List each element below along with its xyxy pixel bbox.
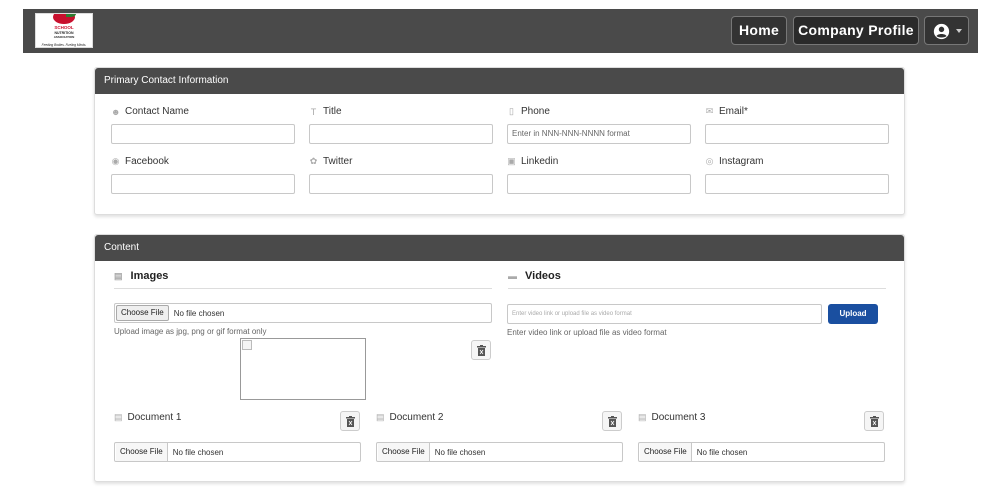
image-format-hint: Upload image as jpg, png or gif format o… xyxy=(114,327,267,336)
document-2-label: ▤ Document 2 xyxy=(376,412,443,423)
user-menu-button[interactable] xyxy=(924,16,969,45)
document-3-file-status: No file chosen xyxy=(696,447,748,457)
linkedin-label: ▣ Linkedin xyxy=(507,156,558,167)
image-icon: ▤ xyxy=(114,270,123,281)
images-section-title: ▤ Images xyxy=(114,270,168,282)
user-icon: ☻ xyxy=(111,106,121,117)
document-3-file-input[interactable]: Choose File No file chosen xyxy=(638,442,885,462)
videos-divider xyxy=(508,288,886,289)
video-link-input[interactable]: Enter video link or upload file as video… xyxy=(507,304,822,324)
document-2-file-status: No file chosen xyxy=(434,447,486,457)
instagram-label: ◎ Instagram xyxy=(705,156,764,167)
trash-icon xyxy=(608,416,617,427)
delete-image-button[interactable] xyxy=(471,340,491,360)
contact-name-label-text: Contact Name xyxy=(125,106,189,117)
title-label-text: Title xyxy=(323,106,342,117)
document-icon: ▤ xyxy=(114,412,123,422)
content-card: Content ▤ Images Choose File No file cho… xyxy=(94,234,905,482)
document-3-label-text: Document 3 xyxy=(651,412,706,423)
image-file-status: No file chosen xyxy=(173,308,225,318)
image-file-input[interactable]: Choose File No file chosen xyxy=(114,303,492,323)
user-circle-icon xyxy=(933,23,950,40)
phone-input[interactable]: Enter in NNN-NNN-NNNN format xyxy=(507,124,691,144)
delete-document-3-button[interactable] xyxy=(864,411,884,431)
twitter-input[interactable] xyxy=(309,174,493,194)
trash-icon xyxy=(346,416,355,427)
images-divider xyxy=(114,288,492,289)
email-label-text: Email* xyxy=(719,106,748,117)
document-3-choose-file-button[interactable]: Choose File xyxy=(640,443,692,461)
linkedin-input[interactable] xyxy=(507,174,691,194)
document-2-file-input[interactable]: Choose File No file chosen xyxy=(376,442,623,462)
image-preview xyxy=(240,338,366,400)
document-1-file-input[interactable]: Choose File No file chosen xyxy=(114,442,361,462)
email-icon: ✉ xyxy=(705,106,714,116)
document-1-label: ▤ Document 1 xyxy=(114,412,181,423)
title-label: T Title xyxy=(309,106,342,117)
upload-video-button[interactable]: Upload xyxy=(828,304,878,324)
logo-association-text: ASSOCIATION xyxy=(53,35,75,39)
title-input[interactable] xyxy=(309,124,493,144)
document-1-choose-file-button[interactable]: Choose File xyxy=(116,443,168,461)
document-icon: ▤ xyxy=(638,412,647,422)
company-profile-button[interactable]: Company Profile xyxy=(793,16,919,45)
contact-name-label: ☻ Contact Name xyxy=(111,106,189,117)
document-2-label-text: Document 2 xyxy=(389,412,444,423)
video-icon: ▬ xyxy=(508,271,517,281)
linkedin-icon: ▣ xyxy=(507,156,516,166)
school-nutrition-logo[interactable]: SCHOOL NUTRITION ASSOCIATION Feeding Bod… xyxy=(35,13,93,48)
videos-title-text: Videos xyxy=(525,270,561,282)
delete-document-2-button[interactable] xyxy=(602,411,622,431)
twitter-label-text: Twitter xyxy=(323,156,353,167)
chevron-down-icon xyxy=(956,29,962,33)
facebook-input[interactable] xyxy=(111,174,295,194)
twitter-icon: ✿ xyxy=(309,156,318,166)
phone-label-text: Phone xyxy=(521,106,550,117)
document-1-file-status: No file chosen xyxy=(172,447,224,457)
home-button[interactable]: Home xyxy=(731,16,787,45)
facebook-label-text: Facebook xyxy=(125,156,169,167)
phone-icon: ▯ xyxy=(509,106,514,116)
images-title-text: Images xyxy=(130,270,169,282)
trash-icon xyxy=(477,345,486,356)
facebook-icon: ◉ xyxy=(111,156,120,166)
twitter-label: ✿ Twitter xyxy=(309,156,353,167)
instagram-input[interactable] xyxy=(705,174,889,194)
primary-contact-card: Primary Contact Information ☻ Contact Na… xyxy=(94,67,905,215)
document-3-label: ▤ Document 3 xyxy=(638,412,705,423)
document-2-choose-file-button[interactable]: Choose File xyxy=(378,443,430,461)
title-icon: T xyxy=(310,106,317,117)
video-hint: Enter video link or upload file as video… xyxy=(507,328,667,337)
linkedin-label-text: Linkedin xyxy=(521,156,559,167)
delete-document-1-button[interactable] xyxy=(340,411,360,431)
trash-icon xyxy=(870,416,879,427)
top-navbar: SCHOOL NUTRITION ASSOCIATION Feeding Bod… xyxy=(23,9,978,53)
primary-contact-header: Primary Contact Information xyxy=(95,68,904,94)
email-label: ✉ Email* xyxy=(705,106,748,117)
logo-tagline: Feeding Bodies. Fueling Minds. xyxy=(41,43,87,47)
content-header: Content xyxy=(95,235,904,261)
facebook-label: ◉ Facebook xyxy=(111,156,169,167)
document-1-label-text: Document 1 xyxy=(127,412,182,423)
instagram-icon: ◎ xyxy=(705,156,714,166)
document-icon: ▤ xyxy=(376,412,385,422)
image-choose-file-button[interactable]: Choose File xyxy=(116,305,169,321)
email-input[interactable] xyxy=(705,124,889,144)
contact-name-input[interactable] xyxy=(111,124,295,144)
logo-school-text: SCHOOL xyxy=(54,25,74,30)
instagram-label-text: Instagram xyxy=(719,156,764,167)
videos-section-title: ▬ Videos xyxy=(508,270,561,282)
phone-label: ▯ Phone xyxy=(507,106,550,117)
broken-image-icon xyxy=(242,340,252,350)
